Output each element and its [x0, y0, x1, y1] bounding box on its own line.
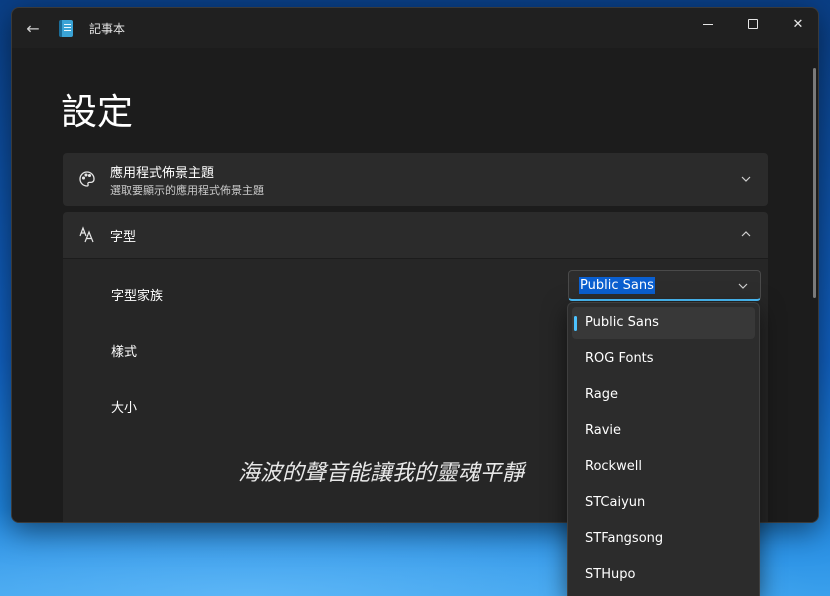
- back-button[interactable]: ←: [20, 16, 46, 40]
- font-family-label: 字型家族: [111, 289, 164, 304]
- font-preview-text: 海波的聲音能讓我的靈魂平靜: [238, 461, 525, 486]
- title-bar: ← 記事本 ✕: [12, 8, 818, 48]
- font-family-select[interactable]: Public Sans: [568, 270, 761, 301]
- chevron-down-icon[interactable]: [740, 173, 752, 185]
- font-title: 字型: [110, 230, 137, 245]
- dropdown-option[interactable]: Public Sans: [572, 307, 755, 339]
- close-icon: ✕: [792, 16, 804, 32]
- arrow-left-icon: ←: [26, 18, 40, 38]
- app-title: 記事本: [89, 22, 126, 36]
- font-size-label: 大小: [111, 401, 138, 416]
- page-title: 設定: [61, 92, 134, 133]
- scrollbar[interactable]: [813, 68, 816, 298]
- dropdown-option[interactable]: STFangsong: [572, 523, 755, 555]
- app-theme-title: 應用程式佈景主題: [110, 166, 215, 181]
- maximize-button[interactable]: [730, 8, 776, 40]
- font-style-label: 樣式: [111, 345, 138, 360]
- maximize-icon: [748, 19, 758, 29]
- font-setting-header[interactable]: 字型: [63, 212, 768, 258]
- dropdown-option[interactable]: STHupo: [572, 559, 755, 591]
- font-family-value[interactable]: Public Sans: [579, 277, 655, 294]
- close-button[interactable]: ✕: [775, 8, 818, 40]
- minimize-button[interactable]: [685, 8, 731, 40]
- app-theme-subtitle: 選取要顯示的應用程式佈景主題: [110, 184, 264, 197]
- minimize-icon: [703, 23, 713, 25]
- palette-icon: [77, 169, 97, 189]
- dropdown-option[interactable]: ROG Fonts: [572, 343, 755, 375]
- dropdown-option[interactable]: Ravie: [572, 415, 755, 447]
- dropdown-option[interactable]: Rage: [572, 379, 755, 411]
- app-theme-setting[interactable]: 應用程式佈景主題 選取要顯示的應用程式佈景主題: [63, 153, 768, 206]
- chevron-up-icon[interactable]: [740, 228, 752, 240]
- notepad-app-icon: [59, 20, 73, 37]
- dropdown-option[interactable]: STCaiyun: [572, 487, 755, 519]
- font-family-dropdown: Public Sans ROG Fonts Rage Ravie Rockwel…: [567, 302, 760, 596]
- chevron-down-icon: [738, 279, 748, 292]
- dropdown-option[interactable]: Rockwell: [572, 451, 755, 483]
- font-icon: [77, 225, 97, 245]
